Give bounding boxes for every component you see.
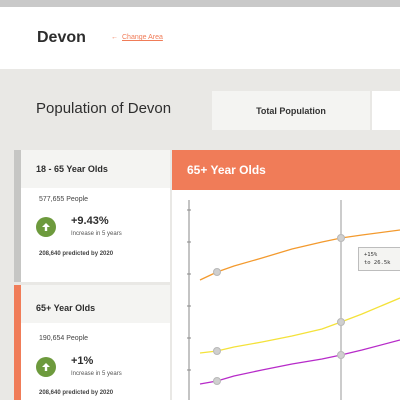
card-title: 18 - 65 Year Olds xyxy=(36,164,108,174)
population-chart xyxy=(187,200,400,400)
tab-total-population[interactable]: Total Population xyxy=(212,91,370,130)
chart-area xyxy=(172,190,400,400)
percent-change-note: Increase in 5 years xyxy=(71,371,122,377)
series-line-purple xyxy=(199,339,400,385)
data-point-marker xyxy=(213,377,221,385)
data-point-marker xyxy=(213,347,221,355)
tab-next[interactable] xyxy=(372,91,400,130)
tooltip-line-1: +15% xyxy=(364,252,378,258)
card-indicator-bar xyxy=(14,150,21,282)
series-line-yellow xyxy=(199,297,400,354)
predicted-value: 208,640 predicted by 2020 xyxy=(39,251,114,257)
people-count: 577,655 People xyxy=(39,196,89,203)
chart-header: 65+ Year Olds xyxy=(172,150,400,190)
change-area-label: Change Area xyxy=(122,34,163,41)
stat-card-65-plus[interactable]: 65+ Year Olds 190,654 People +1% Increas… xyxy=(14,285,170,400)
data-point-marker xyxy=(337,234,345,242)
chart-tooltip: +15% to 26.5k xyxy=(358,247,400,271)
area-title: Devon xyxy=(37,29,86,46)
card-title: 65+ Year Olds xyxy=(36,303,96,313)
data-point-marker xyxy=(213,268,221,276)
percent-change-note: Increase in 5 years xyxy=(71,231,122,237)
card-header: 18 - 65 Year Olds xyxy=(21,150,170,188)
percent-change: +9.43% xyxy=(71,215,109,227)
change-area-link[interactable]: ← Change Area xyxy=(111,34,163,41)
arrow-left-icon: ← xyxy=(111,34,118,41)
card-header: 65+ Year Olds xyxy=(21,285,170,323)
top-strip xyxy=(0,0,400,7)
tooltip-line-2: to 26.5k xyxy=(364,260,391,266)
predicted-value: 208,640 predicted by 2020 xyxy=(39,390,114,396)
arrow-up-icon xyxy=(36,357,56,377)
chart-title: 65+ Year Olds xyxy=(187,163,266,177)
section-title: Population of Devon xyxy=(36,100,172,117)
people-count: 190,654 People xyxy=(39,335,89,342)
arrow-up-icon xyxy=(36,217,56,237)
stats-panel: 18 - 65 Year Olds 577,655 People +9.43% … xyxy=(14,150,170,400)
card-indicator-bar xyxy=(14,285,21,400)
data-point-marker xyxy=(337,351,345,359)
data-point-marker xyxy=(337,318,345,326)
stat-card-18-65[interactable]: 18 - 65 Year Olds 577,655 People +9.43% … xyxy=(14,150,170,282)
percent-change: +1% xyxy=(71,355,94,367)
